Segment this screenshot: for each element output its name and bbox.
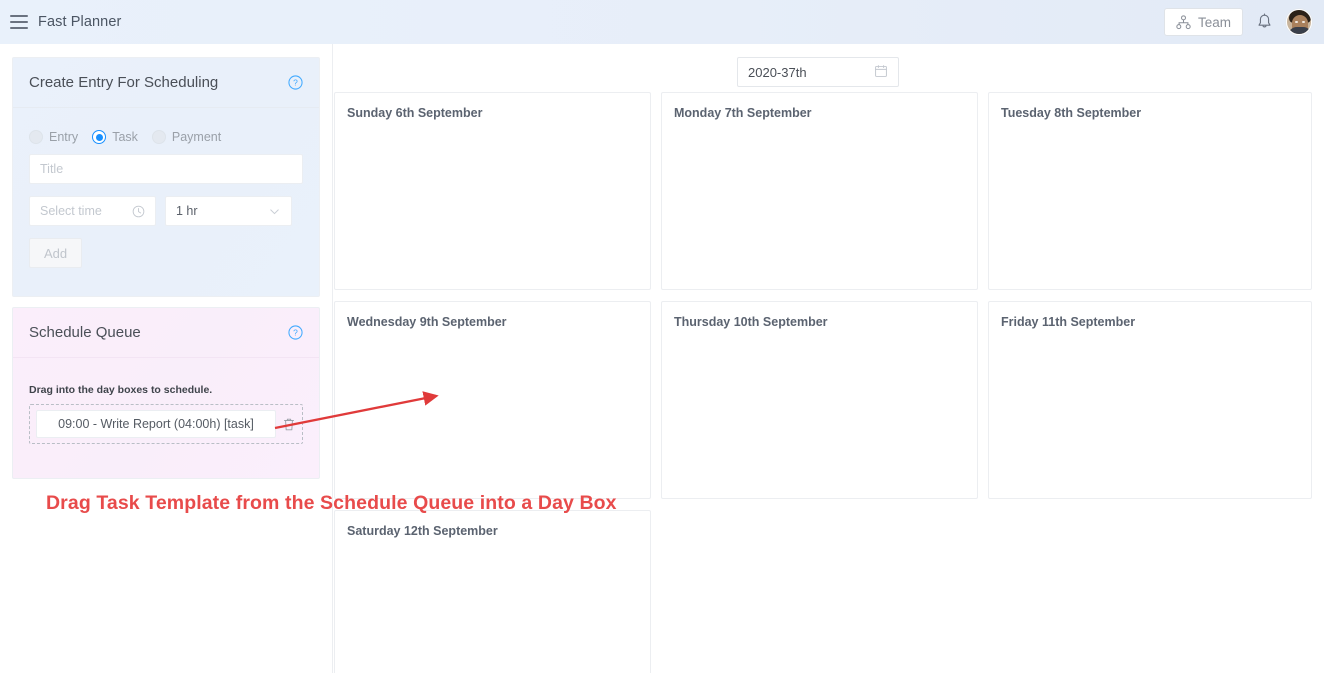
create-entry-panel: Create Entry For Scheduling ? Entry Task… xyxy=(12,57,320,297)
radio-task[interactable]: Task xyxy=(92,130,138,144)
radio-task-label: Task xyxy=(112,130,138,144)
calendar-icon xyxy=(874,64,888,81)
avatar-eye-right xyxy=(1302,21,1305,23)
title-input[interactable]: Title xyxy=(29,154,303,184)
radio-task-dot xyxy=(92,130,107,144)
week-picker[interactable]: 2020-37th xyxy=(737,57,899,87)
bell-icon[interactable] xyxy=(1256,13,1273,32)
sidebar-divider xyxy=(332,44,333,673)
user-avatar[interactable] xyxy=(1286,9,1312,35)
avatar-body xyxy=(1288,27,1311,34)
day-card-title: Saturday 12th September xyxy=(347,524,498,538)
svg-text:?: ? xyxy=(293,78,298,88)
chevron-down-icon xyxy=(268,205,281,218)
day-card-title: Sunday 6th September xyxy=(347,106,483,120)
duration-select-value: 1 hr xyxy=(176,204,198,218)
question-circle-icon[interactable]: ? xyxy=(288,325,303,340)
duration-select[interactable]: 1 hr xyxy=(165,196,292,226)
day-card-tuesday[interactable]: Tuesday 8th September xyxy=(988,92,1312,290)
day-card-title: Monday 7th September xyxy=(674,106,812,120)
select-time-input[interactable]: Select time xyxy=(29,196,156,226)
radio-entry-label: Entry xyxy=(49,130,79,144)
team-button[interactable]: Team xyxy=(1163,8,1243,36)
time-duration-row: Select time 1 hr xyxy=(29,196,303,226)
radio-entry-dot xyxy=(29,130,43,144)
cluster-icon xyxy=(1176,14,1191,29)
hamburger-icon[interactable] xyxy=(10,15,28,29)
day-card-thursday[interactable]: Thursday 10th September xyxy=(661,301,978,499)
day-card-monday[interactable]: Monday 7th September xyxy=(661,92,978,290)
svg-text:?: ? xyxy=(293,328,298,338)
day-card-title: Wednesday 9th September xyxy=(347,315,507,329)
clock-icon xyxy=(132,205,145,218)
schedule-queue-header: Schedule Queue ? xyxy=(13,308,319,358)
radio-payment-dot xyxy=(151,130,166,144)
entry-type-radio-group: Entry Task Payment xyxy=(29,130,303,144)
schedule-queue-title: Schedule Queue xyxy=(29,324,141,341)
day-card-friday[interactable]: Friday 11th September xyxy=(988,301,1312,499)
radio-entry[interactable]: Entry xyxy=(29,130,78,144)
day-card-title: Thursday 10th September xyxy=(674,315,828,329)
select-time-placeholder: Select time xyxy=(40,204,102,218)
create-entry-panel-title: Create Entry For Scheduling xyxy=(29,74,219,91)
header-actions: Team xyxy=(1163,8,1312,36)
day-card-saturday[interactable]: Saturday 12th September xyxy=(334,510,651,673)
team-button-label: Team xyxy=(1197,14,1231,30)
add-button[interactable]: Add xyxy=(29,238,83,268)
annotation-arrow xyxy=(274,391,439,430)
question-circle-icon[interactable]: ? xyxy=(288,75,303,90)
day-card-title: Friday 11th September xyxy=(1001,315,1136,329)
create-entry-panel-header: Create Entry For Scheduling ? xyxy=(13,58,319,108)
day-card-title: Tuesday 8th September xyxy=(1001,106,1142,120)
queue-item-label: 09:00 - Write Report (04:00h) [task] xyxy=(36,410,276,438)
radio-payment[interactable]: Payment xyxy=(151,130,222,144)
app-title: Fast Planner xyxy=(38,14,122,30)
create-entry-panel-body: Entry Task Payment Title Select time 1 h… xyxy=(13,108,319,268)
app-root: Fast Planner Team Create Entry For Sched… xyxy=(0,0,1324,673)
title-input-placeholder: Title xyxy=(40,162,64,176)
day-card-sunday[interactable]: Sunday 6th September xyxy=(334,92,651,290)
annotation-label: Drag Task Template from the Schedule Que… xyxy=(46,492,617,514)
app-header: Fast Planner Team xyxy=(0,0,1324,44)
avatar-eye-left xyxy=(1295,21,1298,23)
radio-payment-label: Payment xyxy=(171,130,222,144)
week-picker-value: 2020-37th xyxy=(748,64,807,80)
